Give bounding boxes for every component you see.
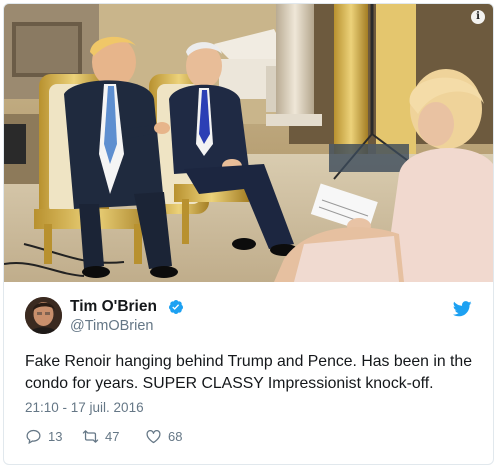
retweet-count: 47 — [105, 428, 120, 444]
embedded-tweet-card: i Tim O'Brien @TimOBrien Fake Renoir han… — [3, 3, 494, 465]
reply-button[interactable]: 13 — [25, 427, 62, 445]
reply-icon — [26, 429, 41, 444]
author-handle[interactable]: @TimOBrien — [70, 318, 153, 334]
tweet-timestamp[interactable]: 21:10 - 17 juil. 2016 — [25, 400, 144, 415]
like-button[interactable]: 68 — [145, 427, 182, 445]
avatar[interactable] — [25, 297, 62, 334]
retweet-icon — [82, 429, 99, 443]
tweet-text: Fake Renoir hanging behind Trump and Pen… — [25, 353, 472, 392]
reply-count: 13 — [48, 428, 63, 444]
like-count: 68 — [168, 428, 183, 444]
author-name[interactable]: Tim O'Brien — [70, 298, 157, 316]
verified-badge-icon — [168, 300, 183, 314]
twitter-bird-icon[interactable] — [453, 301, 472, 317]
avatar-image — [25, 297, 62, 334]
heart-icon — [146, 429, 161, 443]
retweet-button[interactable]: 47 — [82, 427, 119, 445]
interview-photo-image — [4, 4, 493, 282]
tweet-photo[interactable]: i — [4, 4, 493, 282]
info-icon[interactable]: i — [471, 10, 485, 24]
